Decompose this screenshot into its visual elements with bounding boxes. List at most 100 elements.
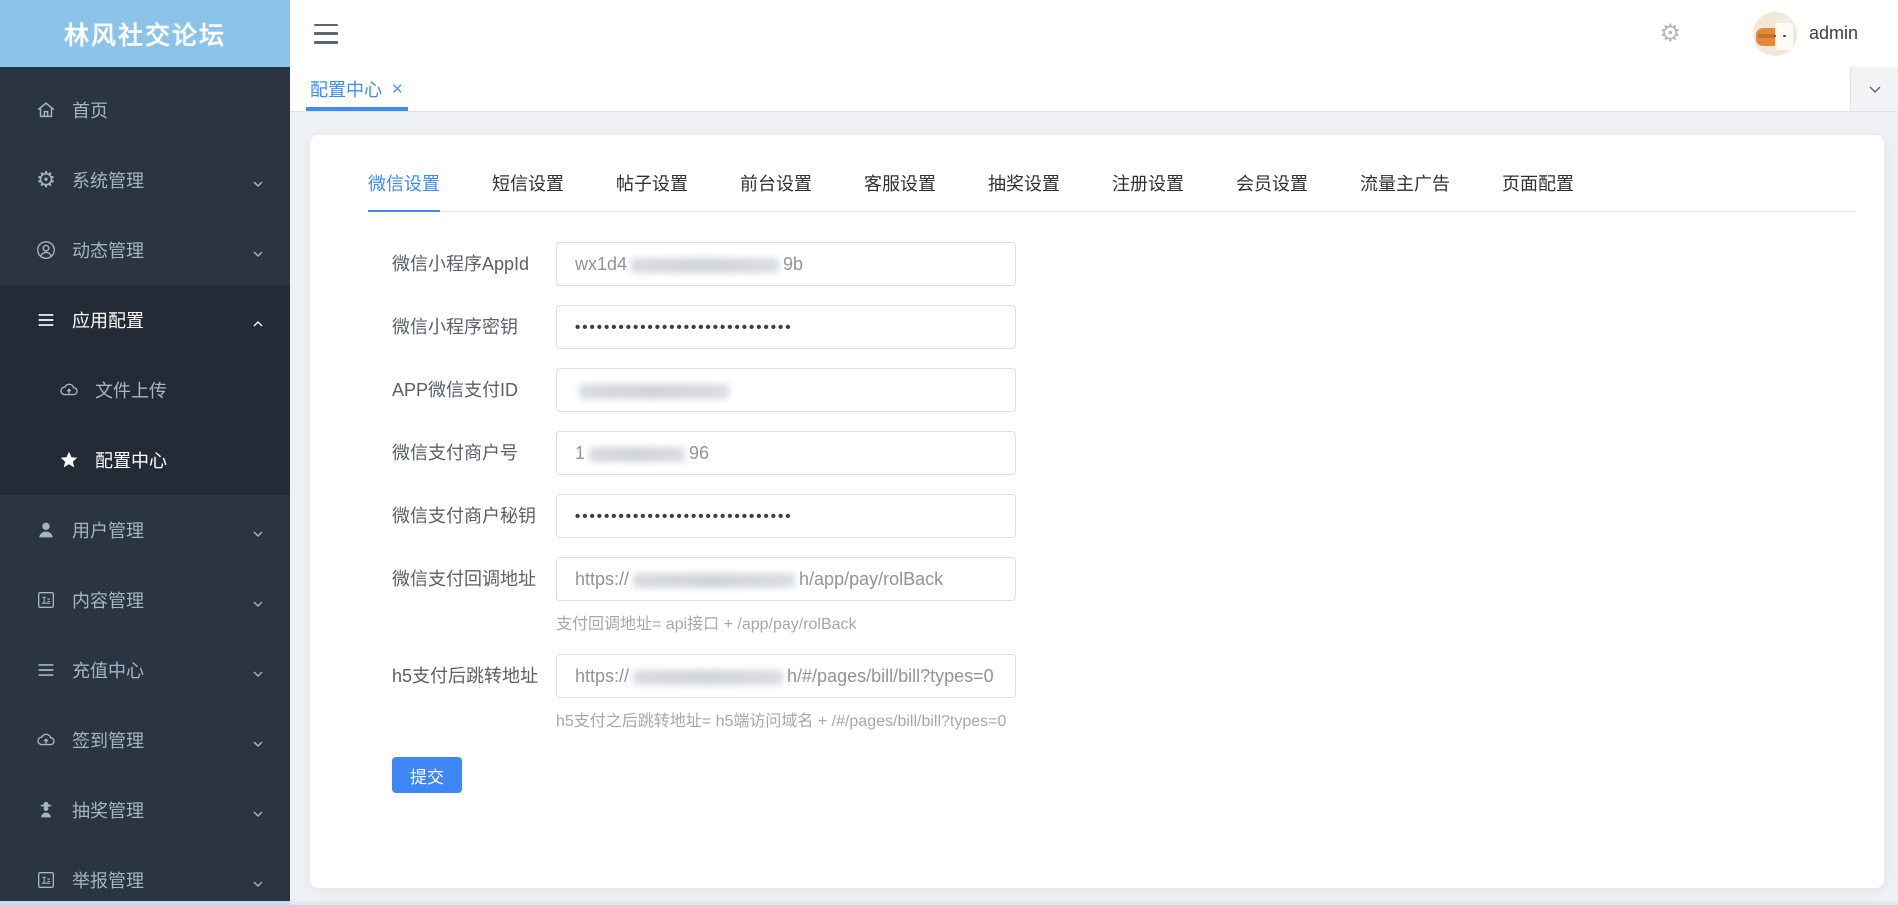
- sidebar-item-system[interactable]: ⚙ 系统管理: [0, 145, 290, 215]
- value-visible-suffix: 96: [689, 442, 710, 463]
- form-row-merchant-id: 微信支付商户号 1 96: [392, 431, 1856, 475]
- value-visible-suffix: 9b: [783, 253, 804, 274]
- tab-config-center[interactable]: 配置中心 ✕: [306, 67, 408, 111]
- app-logo: 林风社交论坛: [0, 0, 290, 67]
- tab-member-settings[interactable]: 会员设置: [1236, 170, 1308, 211]
- redacted-value: [631, 257, 780, 273]
- form-row-merchant-secret: 微信支付商户秘钥 ••••••••••••••••••••••••••••••: [392, 494, 1856, 538]
- tab-post-settings[interactable]: 帖子设置: [616, 170, 688, 211]
- sidebar-item-home[interactable]: 首页: [0, 75, 290, 145]
- chevron-down-icon: [252, 664, 264, 677]
- tab-wechat-settings[interactable]: 微信设置: [368, 170, 440, 212]
- tab-page-config[interactable]: 页面配置: [1502, 170, 1574, 211]
- app-pay-id-input[interactable]: [556, 368, 1016, 412]
- field-label: 微信支付回调地址: [392, 569, 536, 589]
- sidebar-item-label: 配置中心: [95, 451, 167, 471]
- gear-icon: ⚙: [36, 167, 56, 192]
- redacted-value: [633, 572, 796, 588]
- topbar: ⚙ admin: [290, 0, 1898, 67]
- sidebar-item-label: 应用配置: [72, 311, 144, 331]
- app-config-submenu: 应用配置 文件上传 配置中心: [0, 285, 290, 495]
- sidebar-item-reports[interactable]: 举报管理: [0, 845, 290, 905]
- menu-icon: [34, 308, 58, 332]
- masked-value: ••••••••••••••••••••••••••••••: [575, 507, 793, 525]
- value-visible-prefix: https://: [575, 665, 630, 686]
- chevron-up-icon: [252, 314, 264, 327]
- field-hint: 支付回调地址= api接口 + /app/pay/rolBack: [556, 616, 857, 633]
- sidebar-item-users[interactable]: 用户管理: [0, 495, 290, 565]
- avatar[interactable]: [1752, 11, 1797, 56]
- tab-frontend-settings[interactable]: 前台设置: [740, 170, 812, 211]
- user-icon: [34, 518, 58, 542]
- sidebar-item-file-upload[interactable]: 文件上传: [0, 355, 290, 425]
- main-content: 微信设置 短信设置 帖子设置 前台设置 客服设置 抽奖设置 注册设置 会员设置 …: [290, 112, 1898, 905]
- active-tab-indicator: [306, 107, 408, 111]
- home-icon: [34, 98, 58, 122]
- sidebar-item-label: 签到管理: [72, 731, 144, 751]
- cloud-upload-icon: [57, 378, 81, 402]
- admin-app-window: 林风社交论坛 首页 ⚙ 系统管理 动态管理 应用配置 文件上传 配置中心 用户管…: [0, 0, 1898, 905]
- field-label: APP微信支付ID: [392, 380, 519, 400]
- field-label: 微信小程序密钥: [392, 317, 518, 337]
- chevron-down-icon: [252, 244, 264, 257]
- merchant-secret-input[interactable]: ••••••••••••••••••••••••••••••: [556, 494, 1016, 538]
- form-row-app-secret: 微信小程序密钥 ••••••••••••••••••••••••••••••: [392, 305, 1856, 349]
- form-row-h5-redirect-url: h5支付后跳转地址 https:// h/#/pages/bill/bill?t…: [392, 654, 1856, 731]
- sidebar-item-config-center[interactable]: 配置中心: [0, 425, 290, 495]
- tab-lottery-settings[interactable]: 抽奖设置: [988, 170, 1060, 211]
- appid-input[interactable]: wx1d4 9b: [556, 242, 1016, 286]
- form-row-callback-url: 微信支付回调地址 https:// h/app/pay/rolBack 支付回调…: [392, 557, 1856, 634]
- settings-tabs: 微信设置 短信设置 帖子设置 前台设置 客服设置 抽奖设置 注册设置 会员设置 …: [368, 170, 1856, 212]
- sidebar-item-content[interactable]: 内容管理: [0, 565, 290, 635]
- settings-gear-icon[interactable]: ⚙: [1659, 21, 1681, 46]
- sidebar-toggle-icon[interactable]: [314, 23, 338, 44]
- document-icon: [34, 588, 58, 612]
- field-label: 微信小程序AppId: [392, 254, 530, 274]
- sidebar-menu: 首页 ⚙ 系统管理 动态管理 应用配置 文件上传 配置中心 用户管理 内容管理 …: [0, 67, 290, 905]
- sidebar-item-label: 抽奖管理: [72, 801, 144, 821]
- submit-row: 提交: [392, 757, 1856, 793]
- sidebar-item-app-config[interactable]: 应用配置: [0, 285, 290, 355]
- sidebar-item-dynamic[interactable]: 动态管理: [0, 215, 290, 285]
- merchant-id-input[interactable]: 1 96: [556, 431, 1016, 475]
- tab-label: 配置中心: [310, 80, 382, 100]
- sidebar-item-label: 系统管理: [72, 171, 144, 191]
- wechat-settings-form: 微信小程序AppId wx1d4 9b 微信小程序密钥 ••••••••••••…: [392, 242, 1856, 793]
- scrollbar-track-main[interactable]: [290, 901, 1898, 905]
- callback-url-input[interactable]: https:// h/app/pay/rolBack: [556, 557, 1016, 601]
- value-visible-suffix: h/#/pages/bill/bill?types=0: [787, 665, 994, 686]
- tabs-dropdown-button[interactable]: [1850, 67, 1898, 111]
- form-row-app-pay-id: APP微信支付ID: [392, 368, 1856, 412]
- topbar-right: ⚙ admin: [1659, 11, 1858, 56]
- tab-customer-service[interactable]: 客服设置: [864, 170, 936, 211]
- list-icon: [34, 658, 58, 682]
- sidebar-item-lottery[interactable]: 抽奖管理: [0, 775, 290, 845]
- field-label: 微信支付商户秘钥: [392, 506, 536, 526]
- avatar-image: [1773, 15, 1793, 50]
- tab-sms-settings[interactable]: 短信设置: [492, 170, 564, 211]
- value-visible-prefix: https://: [575, 568, 630, 589]
- sidebar-item-recharge[interactable]: 充值中心: [0, 635, 290, 705]
- h5-redirect-url-input[interactable]: https:// h/#/pages/bill/bill?types=0: [556, 654, 1016, 698]
- cloud-upload-icon: [34, 728, 58, 752]
- scrollbar-track-left: [0, 901, 290, 905]
- user-circle-icon: [34, 238, 58, 262]
- sidebar-item-signin[interactable]: 签到管理: [0, 705, 290, 775]
- settings-card: 微信设置 短信设置 帖子设置 前台设置 客服设置 抽奖设置 注册设置 会员设置 …: [310, 135, 1884, 888]
- tab-register-settings[interactable]: 注册设置: [1112, 170, 1184, 211]
- redacted-value: [589, 446, 686, 462]
- app-secret-input[interactable]: ••••••••••••••••••••••••••••••: [556, 305, 1016, 349]
- chevron-down-icon: [252, 174, 264, 187]
- tab-traffic-ads[interactable]: 流量主广告: [1360, 170, 1450, 211]
- submit-button[interactable]: 提交: [392, 757, 462, 793]
- field-label: h5支付后跳转地址: [392, 666, 539, 686]
- close-icon[interactable]: ✕: [391, 80, 404, 98]
- username-label: admin: [1808, 23, 1858, 43]
- chevron-down-icon: [1869, 86, 1880, 93]
- field-hint: h5支付之后跳转地址= h5端访问域名 + /#/pages/bill/bill…: [556, 713, 1007, 730]
- sidebar-item-label: 举报管理: [72, 871, 144, 891]
- form-row-appid: 微信小程序AppId wx1d4 9b: [392, 242, 1856, 286]
- redacted-value: [579, 383, 729, 399]
- document-icon: [34, 868, 58, 892]
- sidebar-item-label: 充值中心: [72, 661, 144, 681]
